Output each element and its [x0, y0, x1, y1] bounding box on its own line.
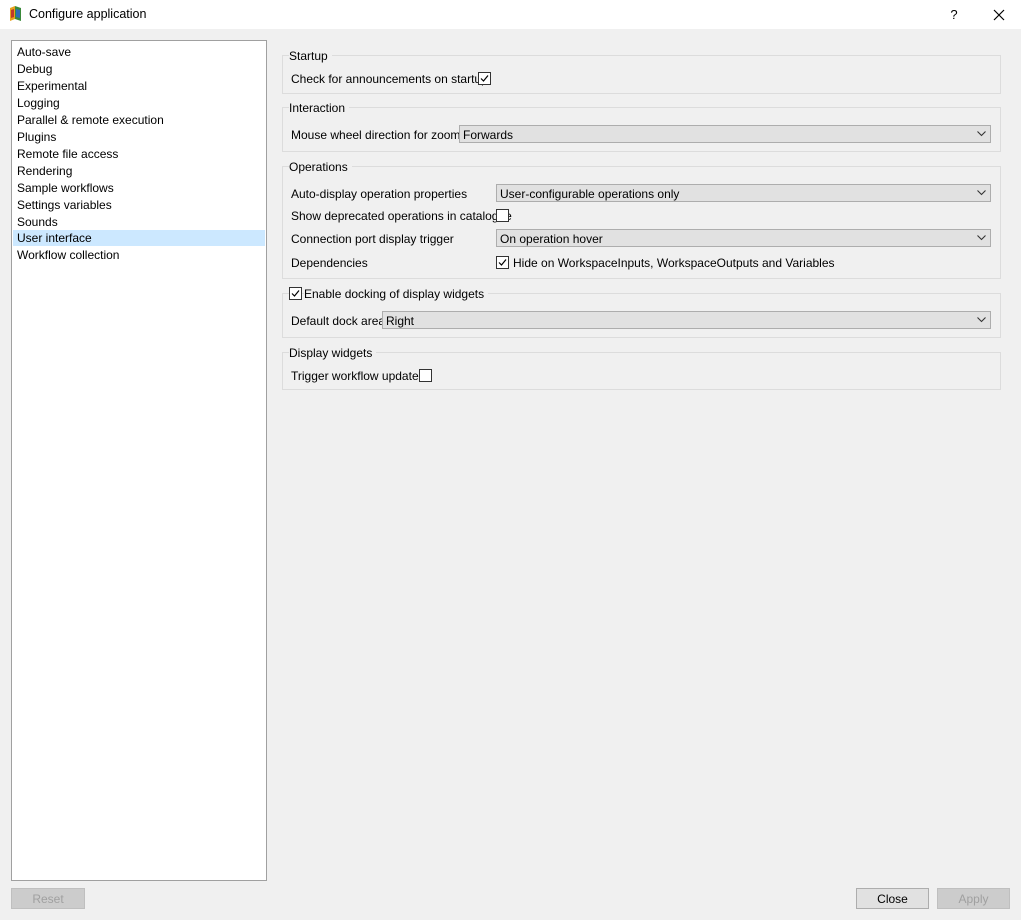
mouse-wheel-select[interactable]: Forwards — [459, 125, 991, 143]
sidebar-item-user-interface[interactable]: User interface — [13, 230, 265, 246]
checkmark-icon — [480, 75, 489, 82]
display-widgets-group-title: Display widgets — [289, 346, 377, 360]
help-button-label: ? — [950, 7, 958, 22]
connection-port-label: Connection port display trigger — [291, 232, 454, 246]
chevron-down-icon — [977, 317, 986, 323]
chevron-down-icon — [977, 131, 986, 137]
chevron-down-icon — [977, 235, 986, 241]
sidebar-item-plugins[interactable]: Plugins — [13, 129, 265, 145]
sidebar-item-settings-variables[interactable]: Settings variables — [13, 197, 265, 213]
sidebar-item-rendering[interactable]: Rendering — [13, 163, 265, 179]
default-dock-label: Default dock area — [291, 314, 386, 328]
trigger-workflow-label: Trigger workflow updates — [291, 369, 425, 383]
hide-on-workspace-label: Hide on WorkspaceInputs, WorkspaceOutput… — [513, 256, 835, 270]
sidebar-item-workflow-collection[interactable]: Workflow collection — [13, 247, 265, 263]
reset-button-label: Reset — [32, 891, 64, 906]
sidebar-item-experimental[interactable]: Experimental — [13, 78, 265, 94]
startup-group-title: Startup — [289, 49, 332, 63]
check-announcements-checkbox[interactable] — [478, 72, 491, 85]
apply-button-label: Apply — [958, 891, 989, 906]
sidebar-item-logging[interactable]: Logging — [13, 95, 265, 111]
category-list[interactable]: Auto-save Debug Experimental Logging Par… — [11, 40, 267, 881]
sidebar-item-auto-save[interactable]: Auto-save — [13, 44, 265, 60]
trigger-workflow-checkbox[interactable] — [419, 369, 432, 382]
auto-display-value: User-configurable operations only — [500, 187, 680, 201]
window-close-button[interactable] — [984, 0, 1014, 29]
sidebar-item-remote-file-access[interactable]: Remote file access — [13, 146, 265, 162]
show-deprecated-label: Show deprecated operations in catalogue — [291, 209, 512, 223]
connection-port-value: On operation hover — [500, 232, 603, 246]
sidebar-item-sample-workflows[interactable]: Sample workflows — [13, 180, 265, 196]
help-button[interactable]: ? — [940, 0, 968, 29]
connection-port-select[interactable]: On operation hover — [496, 229, 991, 247]
close-button-label: Close — [877, 891, 908, 906]
operations-group-title: Operations — [289, 160, 352, 174]
hide-on-workspace-checkbox[interactable] — [496, 256, 509, 269]
sidebar-item-sounds[interactable]: Sounds — [13, 214, 265, 230]
mouse-wheel-value: Forwards — [463, 128, 514, 142]
enable-docking-checkbox[interactable] — [289, 287, 302, 300]
app-icon — [10, 6, 21, 21]
checkmark-icon — [291, 290, 300, 297]
show-deprecated-checkbox[interactable] — [496, 209, 509, 222]
apply-button[interactable]: Apply — [937, 888, 1010, 909]
auto-display-label: Auto-display operation properties — [291, 187, 468, 201]
title-bar: Configure application ? — [0, 0, 1021, 29]
close-icon — [993, 9, 1005, 20]
sidebar-item-debug[interactable]: Debug — [13, 61, 265, 77]
enable-docking-label: Enable docking of display widgets — [304, 287, 489, 301]
reset-button[interactable]: Reset — [11, 888, 85, 909]
auto-display-select[interactable]: User-configurable operations only — [496, 184, 991, 202]
default-dock-select[interactable]: Right — [382, 311, 991, 329]
sidebar-item-parallel-remote-execution[interactable]: Parallel & remote execution — [13, 112, 265, 128]
check-announcements-label: Check for announcements on startup — [291, 72, 488, 86]
chevron-down-icon — [977, 190, 986, 196]
window-title: Configure application — [29, 7, 147, 21]
default-dock-value: Right — [386, 314, 415, 328]
dependencies-label: Dependencies — [291, 256, 368, 270]
mouse-wheel-label: Mouse wheel direction for zoom in — [291, 128, 474, 142]
close-button[interactable]: Close — [856, 888, 929, 909]
interaction-group-title: Interaction — [289, 101, 350, 115]
checkmark-icon — [498, 259, 507, 266]
